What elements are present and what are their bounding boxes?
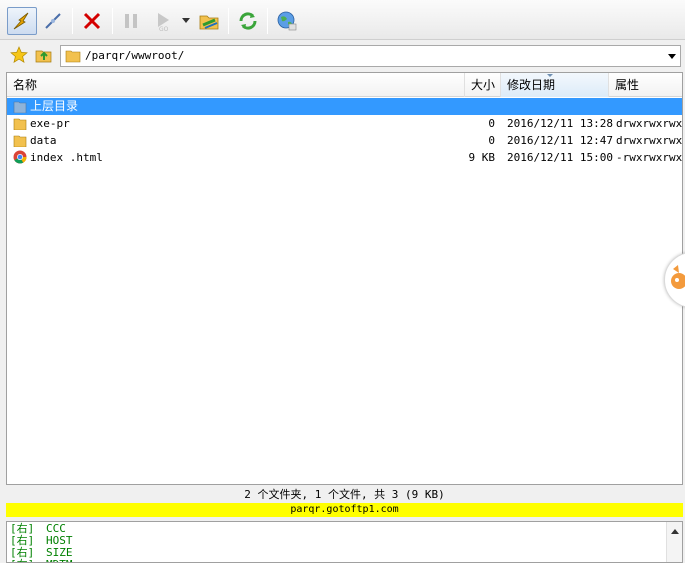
file-name: data: [30, 134, 57, 147]
pause-icon: [125, 14, 137, 28]
scroll-up-icon[interactable]: [671, 529, 679, 534]
parent-folder-icon: [13, 101, 27, 113]
web-button[interactable]: [272, 7, 302, 35]
column-header-name[interactable]: 名称: [7, 73, 465, 97]
path-dropdown-chevron-down-icon[interactable]: [668, 54, 676, 59]
file-size: 0: [488, 134, 495, 147]
log-tag: [右]: [10, 559, 46, 563]
folder-icon: [13, 135, 27, 147]
file-size: 9 KB: [468, 151, 496, 164]
stop-button[interactable]: [77, 7, 107, 35]
log-text: MDTM: [46, 558, 73, 563]
column-header-date-label: 修改日期: [507, 78, 556, 92]
mascot-icon: [671, 265, 685, 289]
red-x-icon: [83, 12, 101, 30]
list-header: 名称 大小 修改日期 属性: [7, 73, 682, 97]
svg-text:GO: GO: [159, 26, 169, 32]
address-bar: /parqr/wwwroot/: [0, 40, 685, 70]
folder-up-icon: [35, 50, 52, 63]
folder-icon: [65, 50, 81, 63]
file-size: 0: [488, 117, 495, 130]
file-row[interactable]: 上层目录: [7, 98, 682, 115]
transfer-options-chevron-down-icon[interactable]: [182, 18, 190, 23]
file-size: [461, 99, 495, 114]
lightning-plug-icon: [13, 12, 29, 30]
connect-button[interactable]: [7, 7, 37, 35]
file-date: 2016/12/11 15:00: [507, 151, 613, 164]
folder-icon: [13, 118, 27, 130]
refresh-button[interactable]: [233, 7, 263, 35]
log-panel[interactable]: [右]CCC[右]HOST[右]SIZE[右]MDTM: [6, 521, 683, 563]
transfer-button[interactable]: GO: [148, 7, 178, 35]
file-row[interactable]: index .html 9 KB 2016/12/11 15:00 -rwxrwxrw…: [7, 149, 683, 166]
file-attributes: -rwxrwxrwx: [616, 151, 683, 164]
site-manager-button[interactable]: [194, 7, 224, 35]
toolbar-separator: [72, 8, 73, 34]
favorites-button[interactable]: [9, 45, 29, 65]
log-scrollbar[interactable]: [666, 522, 682, 562]
unplugged-icon: [45, 13, 61, 29]
status-summary: 2 个文件夹, 1 个文件, 共 3 (9 KB): [244, 488, 445, 501]
refresh-icon: [239, 12, 257, 30]
column-header-date[interactable]: 修改日期: [501, 73, 609, 97]
star-icon: [10, 46, 28, 63]
column-header-attr[interactable]: 属性: [609, 73, 682, 97]
file-name: exe-pr: [30, 117, 70, 130]
up-folder-button[interactable]: [34, 45, 54, 65]
play-icon: GO: [158, 13, 169, 32]
disconnect-button[interactable]: [38, 7, 68, 35]
sort-arrow-icon: [547, 74, 553, 77]
toolbar-separator: [228, 8, 229, 34]
pause-button[interactable]: [116, 7, 146, 35]
file-name: 上层目录: [30, 99, 79, 113]
toolbar-separator: [267, 8, 268, 34]
path-text: /parqr/wwwroot/: [85, 49, 185, 62]
file-date: 2016/12/11 12:47: [507, 134, 613, 147]
file-date: 2016/12/11 13:28: [507, 117, 613, 130]
file-list[interactable]: 名称 大小 修改日期 属性 上层目录 exe-pr 0 2016/12/11 13:2…: [6, 72, 683, 485]
file-row[interactable]: exe-pr 0 2016/12/11 13:28 drwxrwxrwx: [7, 115, 683, 132]
toolbar: GO: [0, 0, 685, 40]
globe-icon: [277, 11, 297, 31]
host-bar: parqr.gotoftp1.com: [6, 503, 683, 517]
chrome-icon: [13, 150, 27, 164]
file-attributes: drwxrwxrwx: [616, 134, 683, 147]
file-attributes: drwxrwxrwx: [616, 117, 683, 130]
toolbar-separator: [112, 8, 113, 34]
log-line: [右]MDTM: [10, 559, 73, 563]
file-row[interactable]: data 0 2016/12/11 12:47 drwxrwxrwx: [7, 132, 683, 149]
column-header-size[interactable]: 大小: [465, 73, 501, 97]
path-input[interactable]: /parqr/wwwroot/: [60, 45, 681, 67]
folder-sync-icon: [199, 15, 219, 30]
file-name: index .html: [30, 151, 103, 164]
